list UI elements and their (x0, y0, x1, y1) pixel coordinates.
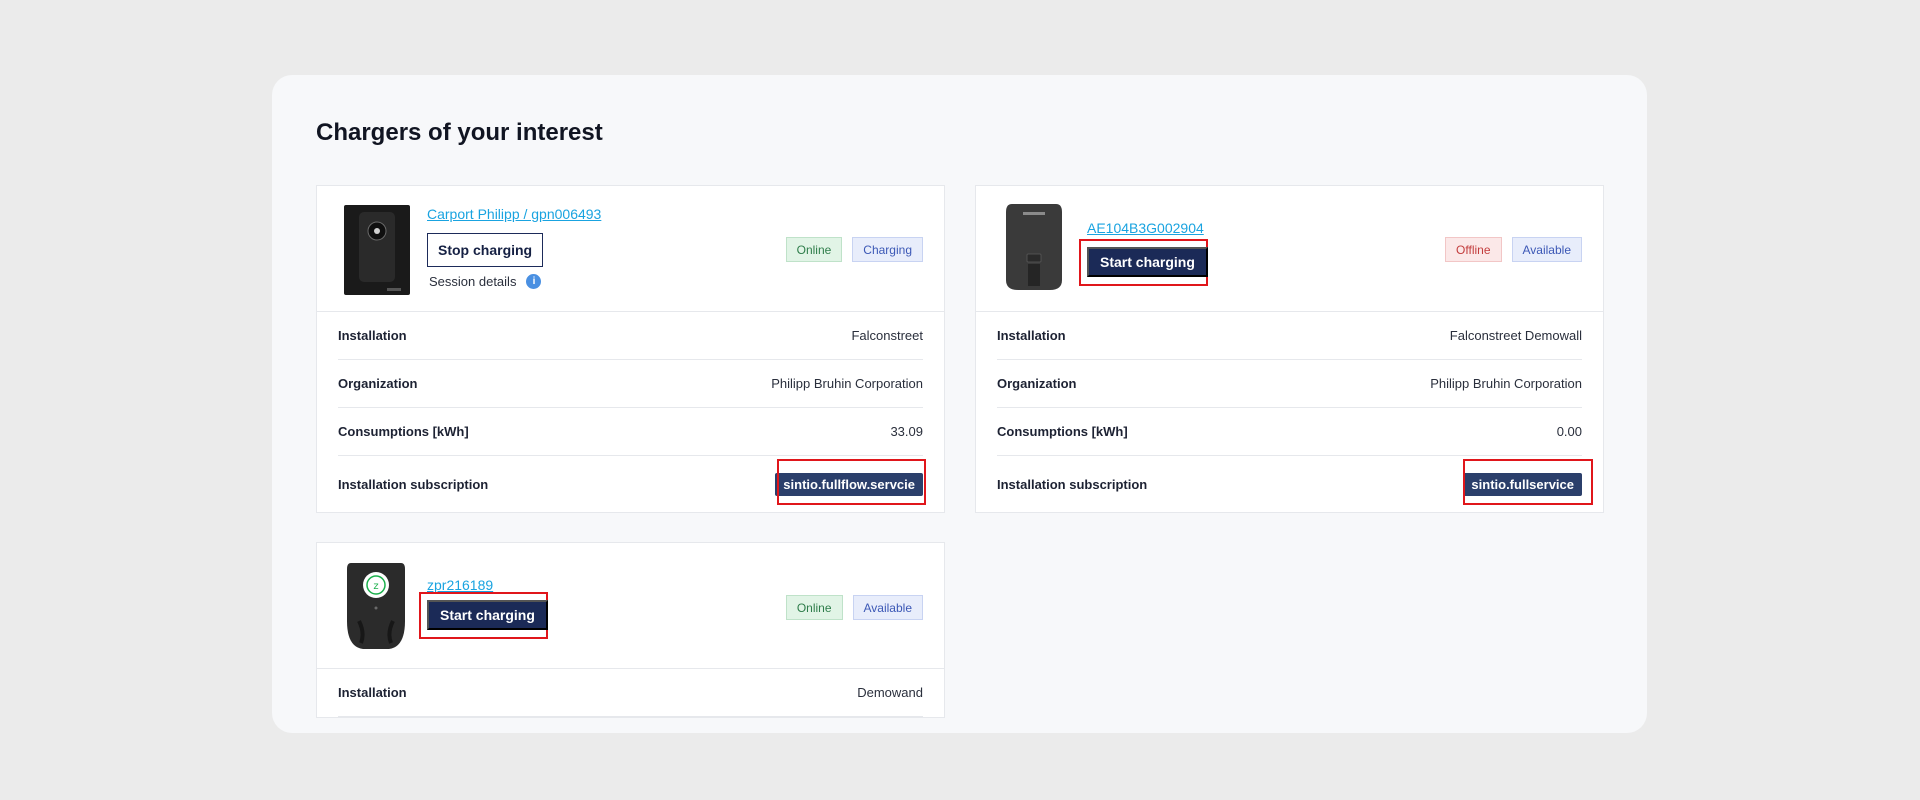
row-label: Consumptions [kWh] (997, 424, 1128, 439)
start-charging-button[interactable]: Start charging (427, 600, 548, 630)
info-row: Consumptions [kWh] 0.00 (997, 408, 1582, 456)
row-value: Falconstreet Demowall (1449, 328, 1582, 343)
row-value: Philipp Bruhin Corporation (1430, 376, 1582, 391)
row-value: Falconstreet (851, 328, 923, 343)
status-badges: Online Charging (785, 237, 923, 262)
info-row: Installation subscription sintio.fullflo… (338, 456, 926, 512)
row-label: Installation (338, 685, 407, 700)
charger-card-header: z zpr216189 Start charging Online Availa… (317, 543, 944, 669)
row-label: Organization (997, 376, 1077, 391)
row-value: Demowand (857, 685, 923, 700)
info-row: Installation Falconstreet (338, 312, 923, 360)
stop-charging-button[interactable]: Stop charging (427, 233, 544, 267)
info-row: Consumptions [kWh] 33.09 (338, 408, 923, 456)
svg-text:z: z (373, 581, 378, 592)
charger-card: AE104B3G002904 Start charging Offline Av… (975, 185, 1604, 513)
row-label: Installation (997, 328, 1066, 343)
info-row: Installation subscription sintio.fullser… (997, 456, 1593, 512)
status-badge-available: Available (1511, 237, 1582, 262)
status-badge-online: Online (785, 595, 843, 620)
start-charging-button[interactable]: Start charging (1087, 247, 1208, 277)
row-label: Organization (338, 376, 418, 391)
charger-card: Carport Philipp / gpn006493 Stop chargin… (316, 185, 945, 513)
elecq-charger-icon (1004, 202, 1064, 292)
row-label: Consumptions [kWh] (338, 424, 469, 439)
row-value: Philipp Bruhin Corporation (771, 376, 923, 391)
charger-card: z zpr216189 Start charging Online Availa… (316, 542, 945, 718)
row-value: 0.00 (1556, 424, 1582, 439)
row-label: Installation subscription (338, 476, 489, 492)
charger-name-link[interactable]: Carport Philipp / gpn006493 (427, 206, 601, 222)
session-details[interactable]: Session details i (429, 274, 542, 289)
status-badges: Offline Available (1445, 237, 1582, 262)
wallbox-charger-icon (343, 204, 411, 296)
info-icon[interactable]: i (526, 274, 542, 289)
session-details-label: Session details (429, 274, 517, 289)
chargers-panel: Chargers of your interest Carport Philip… (272, 75, 1647, 733)
charger-card-header: AE104B3G002904 Start charging Offline Av… (976, 186, 1603, 312)
info-row: Organization Philipp Bruhin Corporation (997, 360, 1582, 408)
highlight-frame (1463, 459, 1593, 505)
status-badge-charging: Charging (852, 237, 923, 262)
zappi-charger-icon: z (345, 561, 407, 651)
status-badge-online: Online (785, 237, 843, 262)
row-value: 33.09 (890, 424, 923, 439)
charger-name-link[interactable]: AE104B3G002904 (1087, 220, 1204, 236)
row-label: Installation subscription (997, 476, 1148, 492)
status-badge-offline: Offline (1445, 237, 1502, 262)
status-badge-available: Available (852, 595, 923, 620)
row-label: Installation (338, 328, 407, 343)
charger-name-link[interactable]: zpr216189 (427, 577, 493, 593)
info-row: Installation Demowand (338, 669, 923, 717)
status-badges: Online Available (785, 595, 923, 620)
charger-card-header: Carport Philipp / gpn006493 Stop chargin… (317, 186, 944, 312)
info-row: Organization Philipp Bruhin Corporation (338, 360, 923, 408)
highlight-frame (777, 459, 926, 505)
info-row: Installation Falconstreet Demowall (997, 312, 1582, 360)
page-title: Chargers of your interest (316, 119, 603, 146)
